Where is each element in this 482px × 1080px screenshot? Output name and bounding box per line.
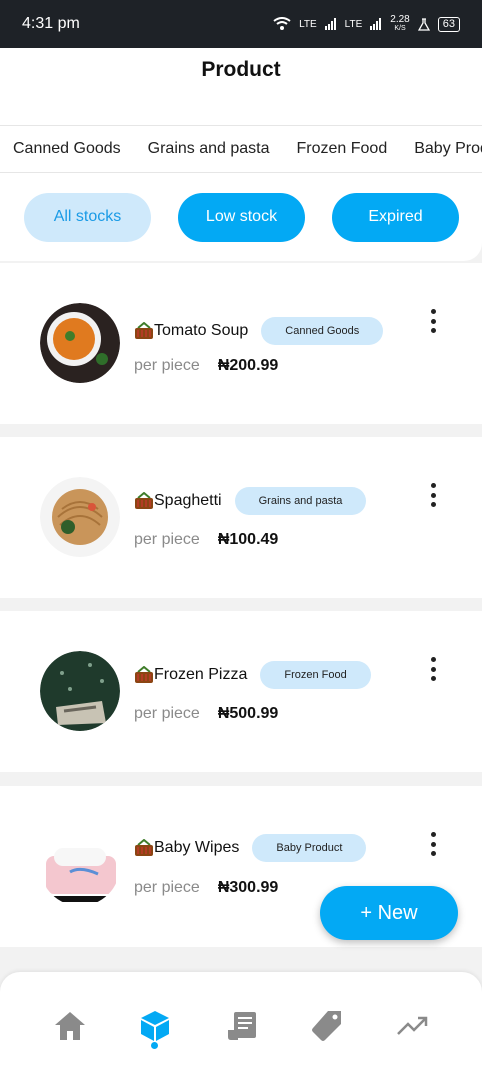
product-card[interactable]: Frozen Pizza Frozen Food per piece ₦500.…: [0, 611, 482, 772]
product-image-tomato-soup: [40, 303, 120, 383]
product-name-row: Tomato Soup Canned Goods: [134, 317, 384, 345]
nav-orders[interactable]: [222, 1008, 262, 1044]
flask-icon: [417, 17, 430, 31]
net-speed-value: 2.28: [390, 14, 410, 25]
bottom-nav: [0, 972, 482, 1080]
more-options-icon[interactable]: [428, 309, 438, 333]
receipt-icon: [228, 1012, 256, 1040]
price-row: per piece ₦500.99: [134, 705, 278, 723]
net-speed: 2.28 K/S: [390, 15, 409, 33]
nav-analytics[interactable]: [392, 1008, 432, 1044]
product-card[interactable]: Spaghetti Grains and pasta per piece ₦10…: [0, 437, 482, 598]
filter-all-stocks[interactable]: All stocks: [24, 192, 151, 242]
product-name: Tomato Soup: [154, 322, 249, 339]
tab-grains-and-pasta[interactable]: Grains and pasta: [148, 140, 270, 158]
product-name: Baby Wipes: [154, 839, 240, 856]
tab-baby-product[interactable]: Baby Prod: [414, 140, 482, 158]
cube-icon: [141, 1011, 169, 1041]
basket-icon: [135, 666, 153, 683]
network-label-2: LTE: [344, 18, 363, 30]
product-price: ₦300.99: [217, 879, 279, 896]
product-price: ₦200.99: [217, 357, 279, 374]
basket-icon: [135, 322, 153, 339]
nav-products[interactable]: [135, 1008, 175, 1044]
price-row: per piece ₦100.49: [134, 531, 278, 549]
tab-frozen-food[interactable]: Frozen Food: [297, 140, 388, 158]
new-product-button[interactable]: + New: [320, 886, 458, 940]
unit-label: per piece: [134, 531, 200, 548]
stock-filters: All stocks Low stock Expired: [0, 173, 482, 261]
product-price: ₦100.49: [217, 531, 279, 548]
category-badge: Frozen Food: [260, 661, 371, 689]
product-image-frozen-pizza: [40, 651, 120, 731]
tag-icon: [312, 1011, 341, 1041]
header: Product: [0, 48, 482, 126]
product-name: Spaghetti: [154, 492, 222, 509]
basket-icon: [135, 492, 153, 509]
net-speed-unit: K/S: [394, 25, 406, 32]
unit-label: per piece: [134, 357, 200, 374]
tab-canned-goods[interactable]: Canned Goods: [13, 140, 121, 158]
status-icons: LTE LTE 2.28 K/S 63: [273, 15, 460, 33]
product-price: ₦500.99: [217, 705, 279, 722]
category-tabs: Canned Goods Grains and pasta Frozen Foo…: [0, 126, 482, 173]
product-image-spaghetti: [40, 477, 120, 557]
product-name-row: Spaghetti Grains and pasta: [134, 487, 367, 515]
basket-icon: [135, 839, 153, 856]
home-icon: [55, 1012, 85, 1040]
status-bar: 4:31 pm LTE LTE 2.28 K/S 63: [0, 0, 482, 48]
signal-icon: [324, 18, 336, 30]
more-options-icon[interactable]: [428, 832, 438, 856]
page-title: Product: [201, 58, 281, 81]
filter-low-stock[interactable]: Low stock: [178, 192, 305, 242]
product-name-row: Frozen Pizza Frozen Food: [134, 661, 371, 689]
more-options-icon[interactable]: [428, 657, 438, 681]
network-label: LTE: [299, 18, 317, 30]
battery-indicator: 63: [437, 16, 460, 32]
product-name: Frozen Pizza: [154, 666, 248, 683]
product-card[interactable]: Tomato Soup Canned Goods per piece ₦200.…: [0, 263, 482, 424]
unit-label: per piece: [134, 879, 200, 896]
product-image-baby-wipes: [40, 826, 120, 906]
signal-icon-2: [370, 18, 382, 30]
category-badge: Grains and pasta: [234, 487, 367, 515]
price-row: per piece ₦300.99: [134, 879, 278, 897]
category-badge: Canned Goods: [261, 317, 384, 345]
trending-up-icon: [397, 1016, 428, 1035]
nav-home[interactable]: [50, 1008, 90, 1044]
price-row: per piece ₦200.99: [134, 357, 278, 375]
category-badge: Baby Product: [252, 834, 367, 862]
nav-tags[interactable]: [307, 1008, 347, 1044]
product-name-row: Baby Wipes Baby Product: [134, 834, 367, 862]
active-nav-indicator: [151, 1042, 158, 1049]
wifi-icon: [273, 17, 291, 30]
unit-label: per piece: [134, 705, 200, 722]
filter-expired[interactable]: Expired: [332, 192, 459, 242]
status-time: 4:31 pm: [22, 15, 80, 32]
more-options-icon[interactable]: [428, 483, 438, 507]
